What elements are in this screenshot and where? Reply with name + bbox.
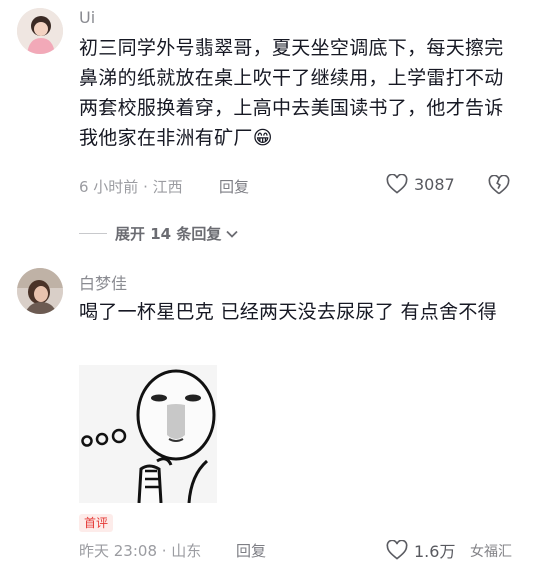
comment-text: 喝了一杯星巴克 已经两天没去尿尿了 有点舍不得 (79, 301, 497, 323)
expand-replies-button[interactable]: 展开 14 条回复 (79, 223, 239, 244)
broken-heart-icon (488, 174, 510, 195)
divider-line (79, 233, 107, 234)
like-button[interactable]: 3087 (386, 174, 455, 194)
heart-outline-icon (386, 174, 408, 194)
first-comment-badge: 首评 (79, 514, 114, 532)
reply-button[interactable]: 回复 (236, 540, 266, 561)
comment-username[interactable]: Ui (79, 8, 95, 27)
avatar[interactable] (17, 8, 63, 54)
comment-username[interactable]: 白梦佳 (79, 270, 127, 294)
sticker-image[interactable] (79, 365, 217, 504)
expand-replies-label: 展开 14 条回复 (115, 225, 222, 243)
like-count: 3087 (414, 174, 455, 194)
comment-text: 初三同学外号翡翠哥，夏天坐空调底下，每天擦完鼻涕的纸就放在桌上吹干了继续用，上学… (79, 37, 504, 149)
comment-meta: 6 小时前 · 江西 (79, 178, 183, 196)
heart-outline-icon (386, 540, 408, 560)
dislike-button[interactable] (488, 174, 510, 199)
watermark: 女福汇 (470, 544, 512, 560)
like-count: 1.6万 (414, 542, 456, 561)
reply-button[interactable]: 回复 (219, 176, 249, 197)
like-button[interactable]: 1.6万 (386, 538, 455, 562)
avatar[interactable] (17, 268, 63, 314)
comment-meta: 昨天 23:08 · 山东 (79, 542, 202, 560)
chevron-down-icon (226, 230, 238, 238)
